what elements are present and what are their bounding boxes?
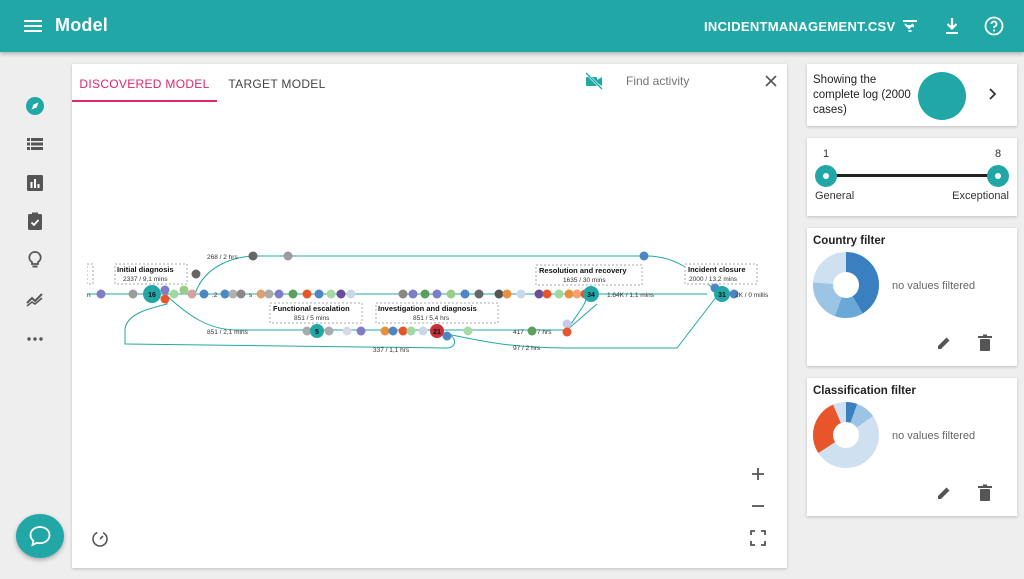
- filter-title: Classification filter: [813, 385, 916, 397]
- clipboard-check-icon[interactable]: [24, 210, 46, 232]
- compass-icon[interactable]: [24, 95, 46, 117]
- activity-stats: 2337 / 9,1 mins: [123, 276, 168, 283]
- speed-icon[interactable]: [90, 529, 110, 549]
- download-icon[interactable]: [940, 14, 964, 38]
- camera-off-icon[interactable]: [585, 72, 603, 90]
- log-summary-text: Showing the complete log (2000 cases): [813, 74, 911, 116]
- country-donut-chart[interactable]: [813, 252, 879, 318]
- chevron-right-icon[interactable]: [984, 86, 1000, 102]
- edge-label: 268 / 2 hrs: [207, 254, 238, 261]
- close-icon[interactable]: [764, 74, 778, 88]
- node-count: 34: [587, 292, 595, 299]
- find-activity-input[interactable]: [626, 74, 746, 88]
- help-icon[interactable]: [982, 14, 1006, 38]
- edge-label: 2K / 0 millis: [735, 292, 769, 299]
- delete-icon[interactable]: [977, 484, 993, 502]
- classification-donut-chart[interactable]: [813, 402, 879, 468]
- log-coverage-indicator: [918, 72, 966, 120]
- activity-name: Initial diagnosis: [117, 265, 174, 274]
- edge-label: s: [249, 292, 253, 299]
- model-panel: DISCOVERED MODEL TARGET MODEL Find activ…: [72, 64, 787, 568]
- side-rail: [0, 52, 72, 579]
- fullscreen-icon[interactable]: [748, 528, 768, 548]
- slider-handle-min[interactable]: [815, 165, 837, 187]
- chat-icon: [29, 526, 51, 547]
- page-title: Model: [55, 15, 108, 35]
- bar-chart-icon[interactable]: [24, 172, 46, 194]
- file-name: INCIDENTMANAGEMENT.CSV: [704, 19, 896, 34]
- edge-label: 337 / 1,1 hrs: [373, 347, 410, 354]
- abstraction-slider-card: 1 8 General Exceptional: [807, 138, 1017, 216]
- minus-icon[interactable]: [748, 496, 768, 516]
- node-count: 5: [315, 329, 319, 336]
- slider-track[interactable]: [825, 174, 999, 177]
- edge-label: 1.64K / 1,1 mins: [607, 292, 655, 299]
- filter-icon[interactable]: [898, 14, 922, 38]
- edge-label: .2: [212, 292, 218, 299]
- slider-min: 1: [823, 148, 830, 160]
- filter-status: no values filtered: [892, 280, 976, 292]
- activity-stats: 851 / 5,4 hrs: [413, 315, 450, 322]
- list-icon[interactable]: [24, 133, 46, 155]
- delete-icon[interactable]: [977, 334, 993, 352]
- classification-filter-card: Classification filter no values filtered: [807, 378, 1017, 516]
- lightbulb-icon[interactable]: [24, 249, 46, 271]
- activity-stats: 2000 / 13,2 mins: [689, 276, 738, 283]
- chat-button[interactable]: [16, 514, 64, 558]
- edge-label: 7 hrs: [537, 329, 552, 336]
- activity-name: Functional escalation: [273, 304, 350, 313]
- process-graph[interactable]: 16 5 21 34 31 Initial diagnosis 2337 / 9…: [87, 244, 777, 364]
- slider-handle-max[interactable]: [987, 165, 1009, 187]
- tab-discovered-model[interactable]: DISCOVERED MODEL: [72, 64, 217, 102]
- edit-icon[interactable]: [935, 334, 953, 352]
- filter-status: no values filtered: [892, 430, 976, 442]
- app-bar: Model INCIDENTMANAGEMENT.CSV: [0, 0, 1024, 52]
- node-count: 21: [433, 329, 441, 336]
- edge-label: n: [87, 292, 91, 299]
- activity-name: Incident closure: [688, 265, 746, 274]
- trending-icon[interactable]: [24, 287, 46, 309]
- edge-label: 417: [513, 329, 524, 336]
- log-summary-card: Showing the complete log (2000 cases): [807, 64, 1017, 126]
- node-count: 31: [718, 292, 726, 299]
- edit-icon[interactable]: [935, 484, 953, 502]
- node-count: 16: [148, 292, 156, 299]
- tab-target-model[interactable]: TARGET MODEL: [217, 64, 337, 102]
- activity-stats: 851 / 5 mins: [294, 315, 330, 322]
- country-filter-card: Country filter no values filtered: [807, 228, 1017, 366]
- slider-max: 8: [995, 148, 1002, 160]
- menu-icon[interactable]: [24, 17, 42, 35]
- edge-label: 851 / 2,1 mins: [207, 329, 249, 336]
- more-icon[interactable]: [24, 328, 46, 350]
- activity-stats: 1635 / 30 mins: [563, 277, 606, 284]
- slider-label-general: General: [815, 190, 855, 202]
- activity-name: Resolution and recovery: [539, 266, 627, 275]
- slider-label-exceptional: Exceptional: [952, 190, 1009, 202]
- file-selector[interactable]: INCIDENTMANAGEMENT.CSV: [704, 19, 914, 34]
- filter-title: Country filter: [813, 235, 886, 247]
- activity-name: Investigation and diagnosis: [378, 304, 477, 313]
- edge-label: 97 / 2 hrs: [513, 345, 541, 352]
- plus-icon[interactable]: [748, 464, 768, 484]
